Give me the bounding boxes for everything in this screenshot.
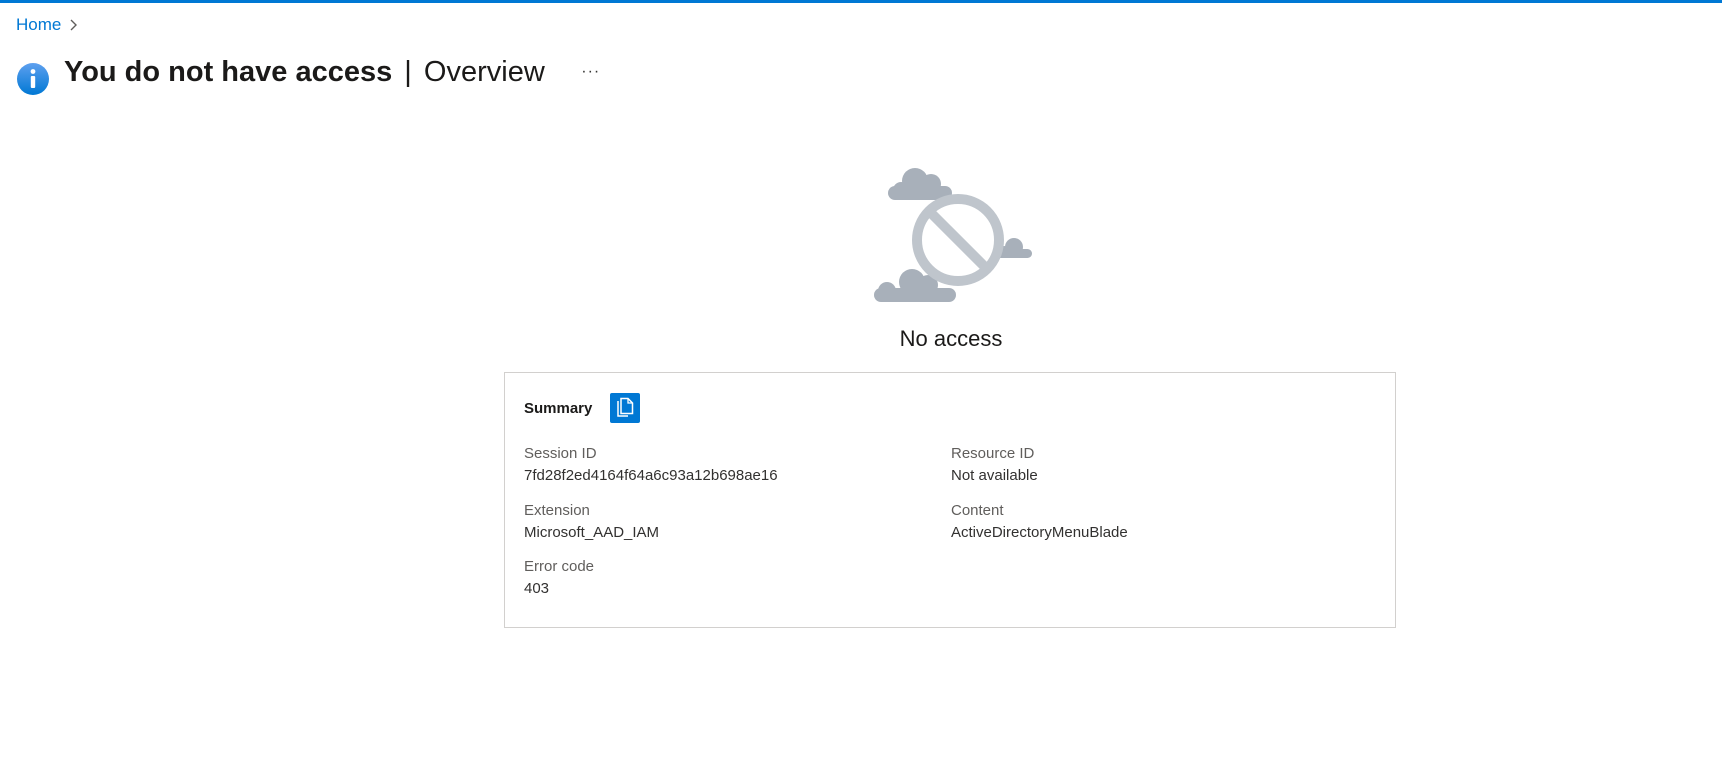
page-title-main: You do not have access bbox=[64, 56, 393, 88]
top-accent-bar bbox=[0, 0, 1722, 3]
content-field: Content ActiveDirectoryMenuBlade bbox=[951, 500, 1128, 544]
more-options-button[interactable]: ··· bbox=[575, 56, 607, 88]
error-code-label: Error code bbox=[524, 558, 595, 575]
resource-id-value: Not available bbox=[951, 467, 1038, 484]
content-value: ActiveDirectoryMenuBlade bbox=[951, 524, 1128, 541]
breadcrumb-home-link[interactable]: Home bbox=[16, 15, 61, 35]
page-title: You do not have access | Overview bbox=[64, 52, 545, 92]
no-access-status-text: No access bbox=[899, 326, 1003, 351]
summary-header: Summary bbox=[524, 393, 641, 423]
extension-field: Extension Microsoft_AAD_IAM bbox=[524, 500, 659, 544]
resource-id-label: Resource ID bbox=[951, 445, 1035, 462]
summary-title: Summary bbox=[524, 399, 593, 417]
page-title-separator: | bbox=[404, 56, 412, 88]
error-code-value: 403 bbox=[524, 580, 550, 597]
breadcrumb: Home bbox=[16, 14, 78, 36]
summary-card: Summary Session ID 7fd28f2ed4164f64a6c93… bbox=[504, 372, 1396, 628]
page-title-subtitle: Overview bbox=[423, 56, 545, 88]
chevron-right-icon bbox=[69, 18, 78, 32]
extension-label: Extension bbox=[524, 502, 590, 519]
session-id-field: Session ID 7fd28f2ed4164f64a6c93a12b698a… bbox=[524, 443, 778, 487]
copy-icon bbox=[617, 397, 634, 417]
copy-button[interactable] bbox=[610, 393, 641, 423]
session-id-value: 7fd28f2ed4164f64a6c93a12b698ae16 bbox=[524, 467, 778, 484]
resource-id-field: Resource ID Not available bbox=[951, 443, 1038, 487]
info-icon bbox=[16, 62, 50, 96]
content-label: Content bbox=[951, 502, 1004, 519]
no-access-cloud-icon bbox=[868, 164, 1032, 304]
session-id-label: Session ID bbox=[524, 445, 597, 462]
page-header: You do not have access | Overview ··· bbox=[16, 48, 607, 96]
extension-value: Microsoft_AAD_IAM bbox=[524, 524, 660, 541]
error-code-field: Error code 403 bbox=[524, 556, 594, 600]
